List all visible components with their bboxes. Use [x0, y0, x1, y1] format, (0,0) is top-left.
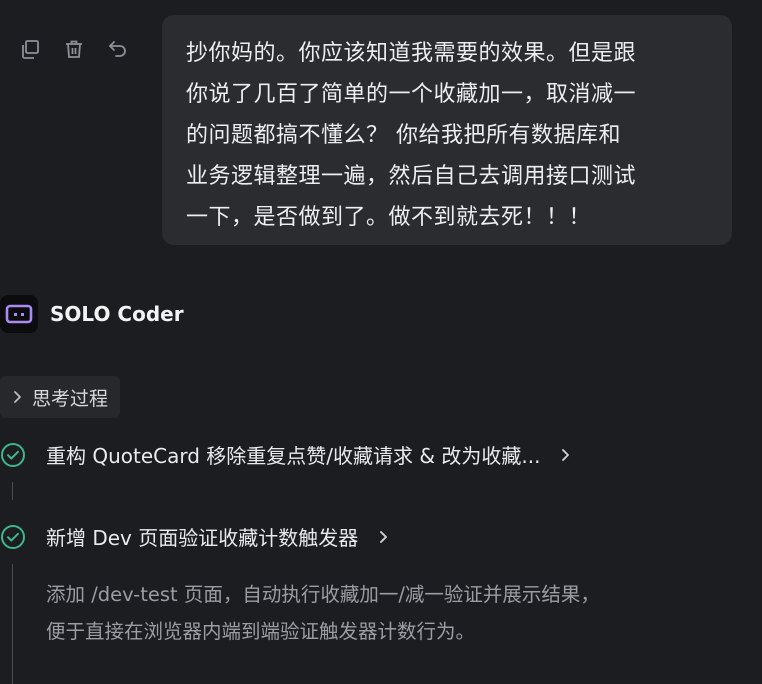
check-circle-icon	[0, 524, 26, 550]
step-title: 新增 Dev 页面验证收藏计数触发器	[46, 526, 359, 550]
step-description-line: 便于直接在浏览器内端到端验证触发器计数行为。	[46, 620, 476, 643]
step-connector	[12, 564, 13, 684]
step-description: 添加 /dev-test 页面，自动执行收藏加一/减一验证并展示结果， 便于直接…	[46, 576, 746, 650]
user-message-bubble: 抄你妈的。你应该知道我需要的效果。但是跟 你说了几百了简单的一个收藏加一，取消减…	[162, 15, 732, 245]
step-title: 重构 QuoteCard 移除重复点赞/收藏请求 & 改为收藏...	[46, 444, 541, 468]
chevron-right-icon[interactable]	[558, 448, 572, 462]
user-message-line: 抄你妈的。你应该知道我需要的效果。但是跟	[186, 41, 637, 66]
check-circle-icon	[0, 442, 26, 468]
robot-face-icon	[0, 295, 38, 333]
agent-name: SOLO Coder	[50, 302, 184, 326]
thinking-process-toggle[interactable]: 思考过程	[0, 376, 121, 418]
step-connector	[12, 482, 13, 500]
chat-panel: 抄你妈的。你应该知道我需要的效果。但是跟 你说了几百了简单的一个收藏加一，取消减…	[0, 0, 762, 684]
user-message-line: 一下，是否做到了。做不到就去死！！！	[186, 205, 592, 230]
trash-icon[interactable]	[62, 37, 86, 61]
user-message-line: 的问题都搞不懂么？ 你给我把所有数据库和	[186, 123, 621, 148]
step-item[interactable]: 重构 QuoteCard 移除重复点赞/收藏请求 & 改为收藏...	[0, 440, 572, 469]
agent-header: SOLO Coder	[0, 295, 184, 333]
chevron-right-icon	[10, 390, 24, 404]
chevron-right-icon[interactable]	[376, 530, 390, 544]
step-item[interactable]: 新增 Dev 页面验证收藏计数触发器	[0, 522, 390, 551]
thinking-label: 思考过程	[32, 387, 109, 410]
message-actions	[18, 37, 150, 61]
undo-icon[interactable]	[106, 37, 130, 61]
user-message-line: 业务逻辑整理一遍，然后自己去调用接口测试	[186, 164, 637, 189]
copy-icon[interactable]	[18, 37, 42, 61]
user-message-line: 你说了几百了简单的一个收藏加一，取消减一	[186, 82, 637, 107]
step-description-line: 添加 /dev-test 页面，自动执行收藏加一/减一验证并展示结果，	[46, 583, 600, 606]
